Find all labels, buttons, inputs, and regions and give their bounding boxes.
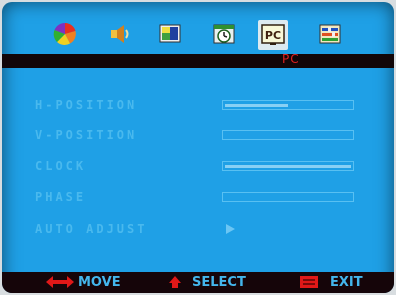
up-arrow-icon xyxy=(169,276,181,288)
pc-icon: PC xyxy=(261,24,285,45)
clock-slider[interactable] xyxy=(222,161,354,171)
tab-bar: PC xyxy=(2,16,394,56)
menu-item-v-position[interactable]: V-POSITION xyxy=(2,128,394,146)
left-right-arrows-icon xyxy=(46,276,74,288)
menu-title: PC xyxy=(282,52,300,66)
setup-icon xyxy=(319,24,341,44)
footer-move-label: MOVE xyxy=(78,275,121,290)
menu-item-label: PHASE xyxy=(35,190,87,204)
footer-exit-label: EXIT xyxy=(330,275,363,290)
menu-title-bar: PC xyxy=(2,52,394,68)
menu-button-icon xyxy=(300,276,318,288)
menu-item-label: AUTO ADJUST xyxy=(35,222,148,236)
tab-time[interactable] xyxy=(206,16,242,52)
speaker-icon xyxy=(111,25,129,43)
color-wheel-icon xyxy=(53,22,76,45)
picture-icon xyxy=(159,24,181,43)
tab-pc[interactable]: PC xyxy=(258,20,288,50)
slider-fill xyxy=(225,165,351,168)
menu-item-auto-adjust[interactable]: AUTO ADJUST xyxy=(2,222,394,240)
tab-picture[interactable] xyxy=(152,16,188,52)
v-position-slider[interactable] xyxy=(222,130,354,140)
osd-menu: PC PC H-POSITION V-POSITION CLOCK PHASE … xyxy=(2,2,394,293)
clock-icon xyxy=(213,24,235,44)
menu-item-phase[interactable]: PHASE xyxy=(2,190,394,208)
footer-select-label: SELECT xyxy=(192,275,246,290)
h-position-slider[interactable] xyxy=(222,100,354,110)
menu-item-label: H-POSITION xyxy=(35,98,138,112)
slider-fill xyxy=(225,104,288,107)
menu-item-clock[interactable]: CLOCK xyxy=(2,159,394,177)
tab-setup[interactable] xyxy=(312,16,348,52)
tab-audio[interactable] xyxy=(102,16,138,52)
tab-color[interactable] xyxy=(47,16,83,52)
menu-item-label: CLOCK xyxy=(35,159,87,173)
pc-icon-label: PC xyxy=(265,29,281,42)
right-arrow-icon[interactable] xyxy=(226,224,235,234)
menu-item-label: V-POSITION xyxy=(35,128,138,142)
phase-slider[interactable] xyxy=(222,192,354,202)
menu-item-h-position[interactable]: H-POSITION xyxy=(2,98,394,116)
footer-bar: MOVE SELECT EXIT xyxy=(2,272,394,293)
